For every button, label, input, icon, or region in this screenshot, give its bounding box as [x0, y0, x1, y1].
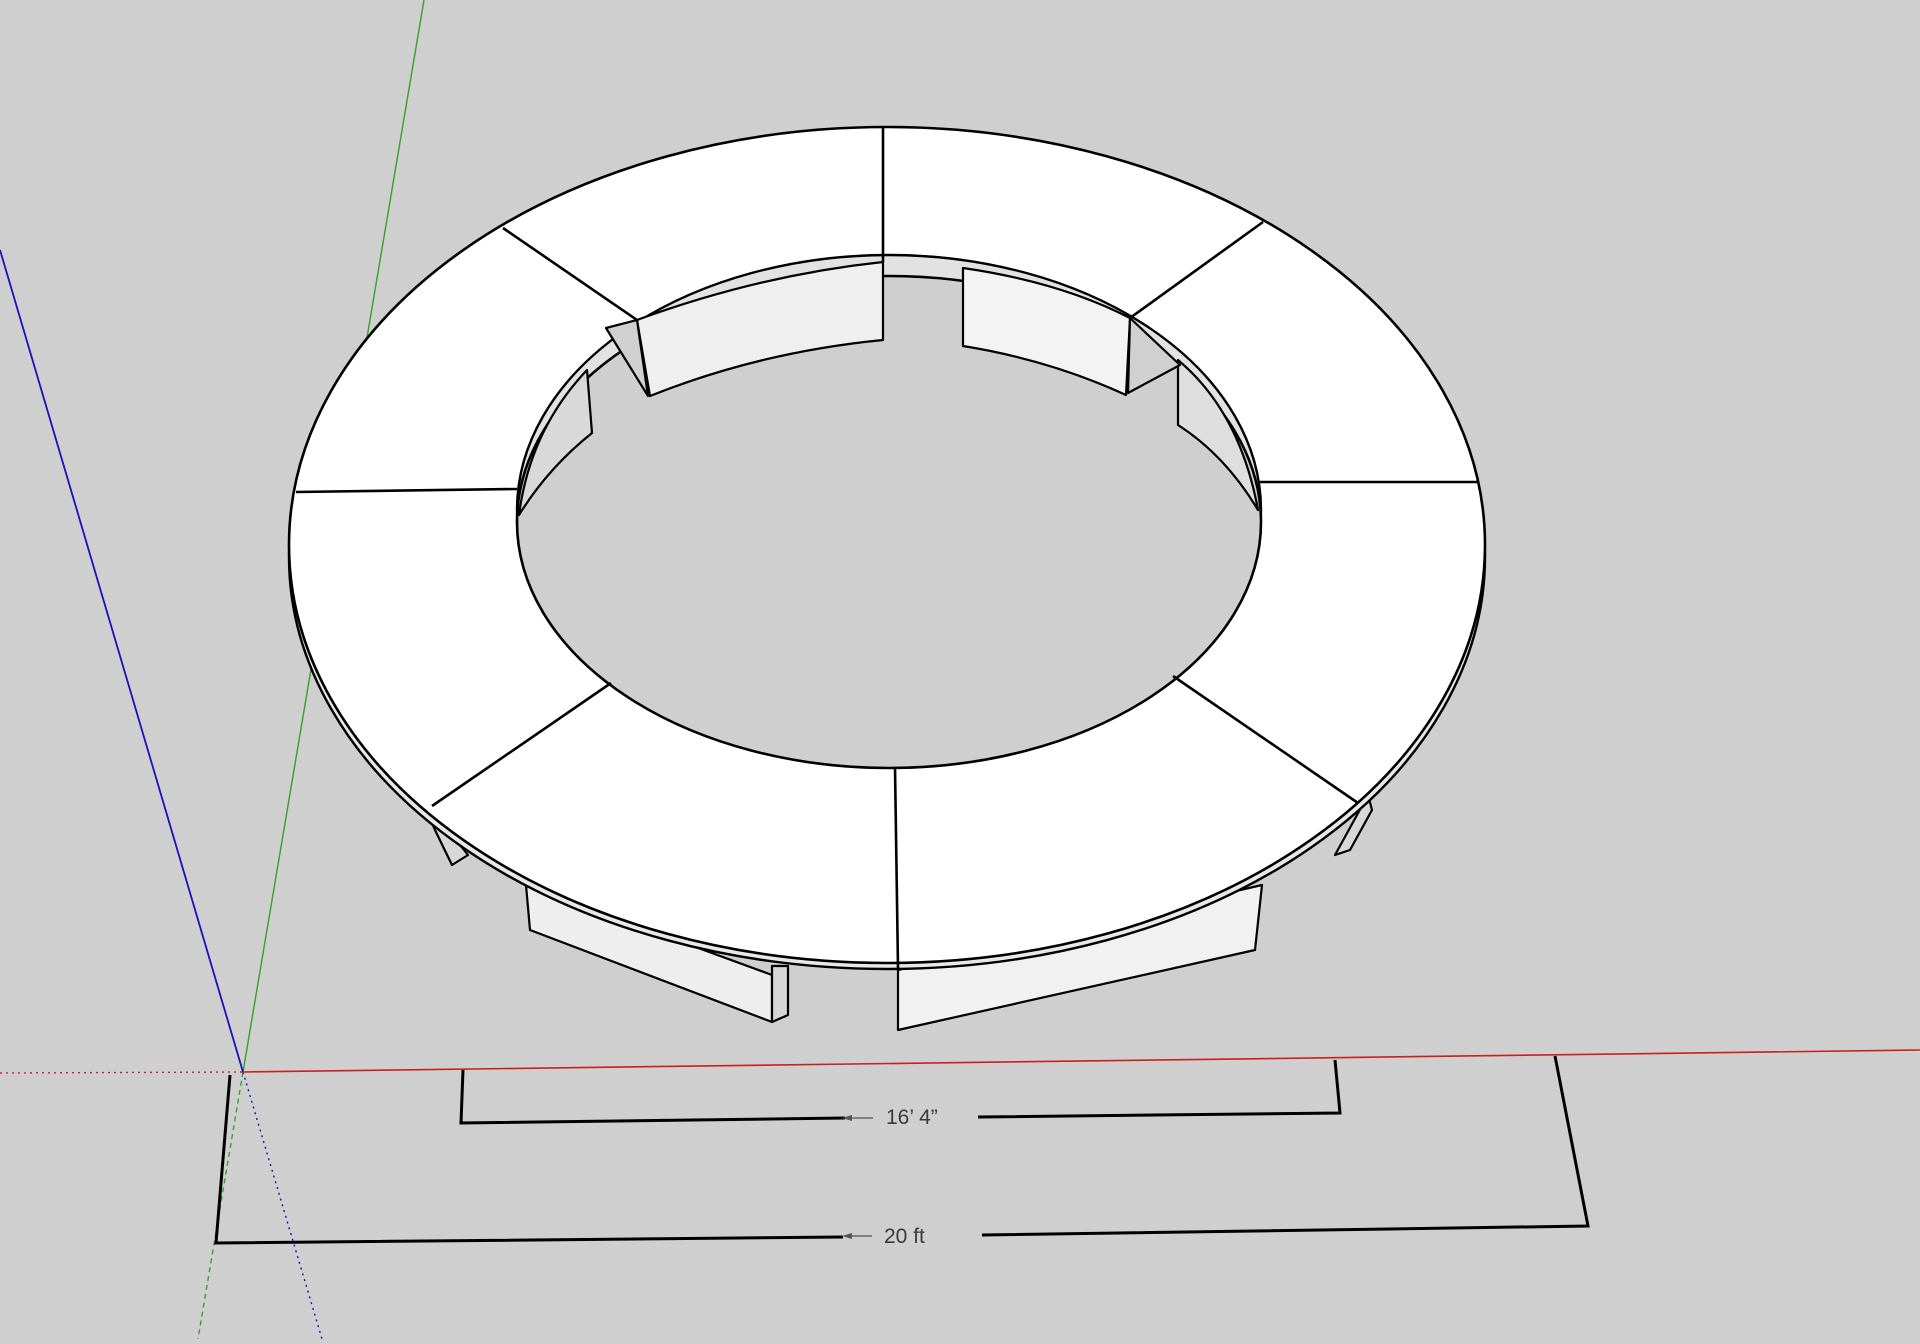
dimension-label-outer: 20 ft [884, 1225, 925, 1248]
sketchup-viewport[interactable]: 16’ 4” 20 ft [0, 0, 1920, 1340]
dimension-label-inner: 16’ 4” [886, 1106, 938, 1129]
model-canvas[interactable]: 16’ 4” 20 ft [0, 0, 1920, 1340]
